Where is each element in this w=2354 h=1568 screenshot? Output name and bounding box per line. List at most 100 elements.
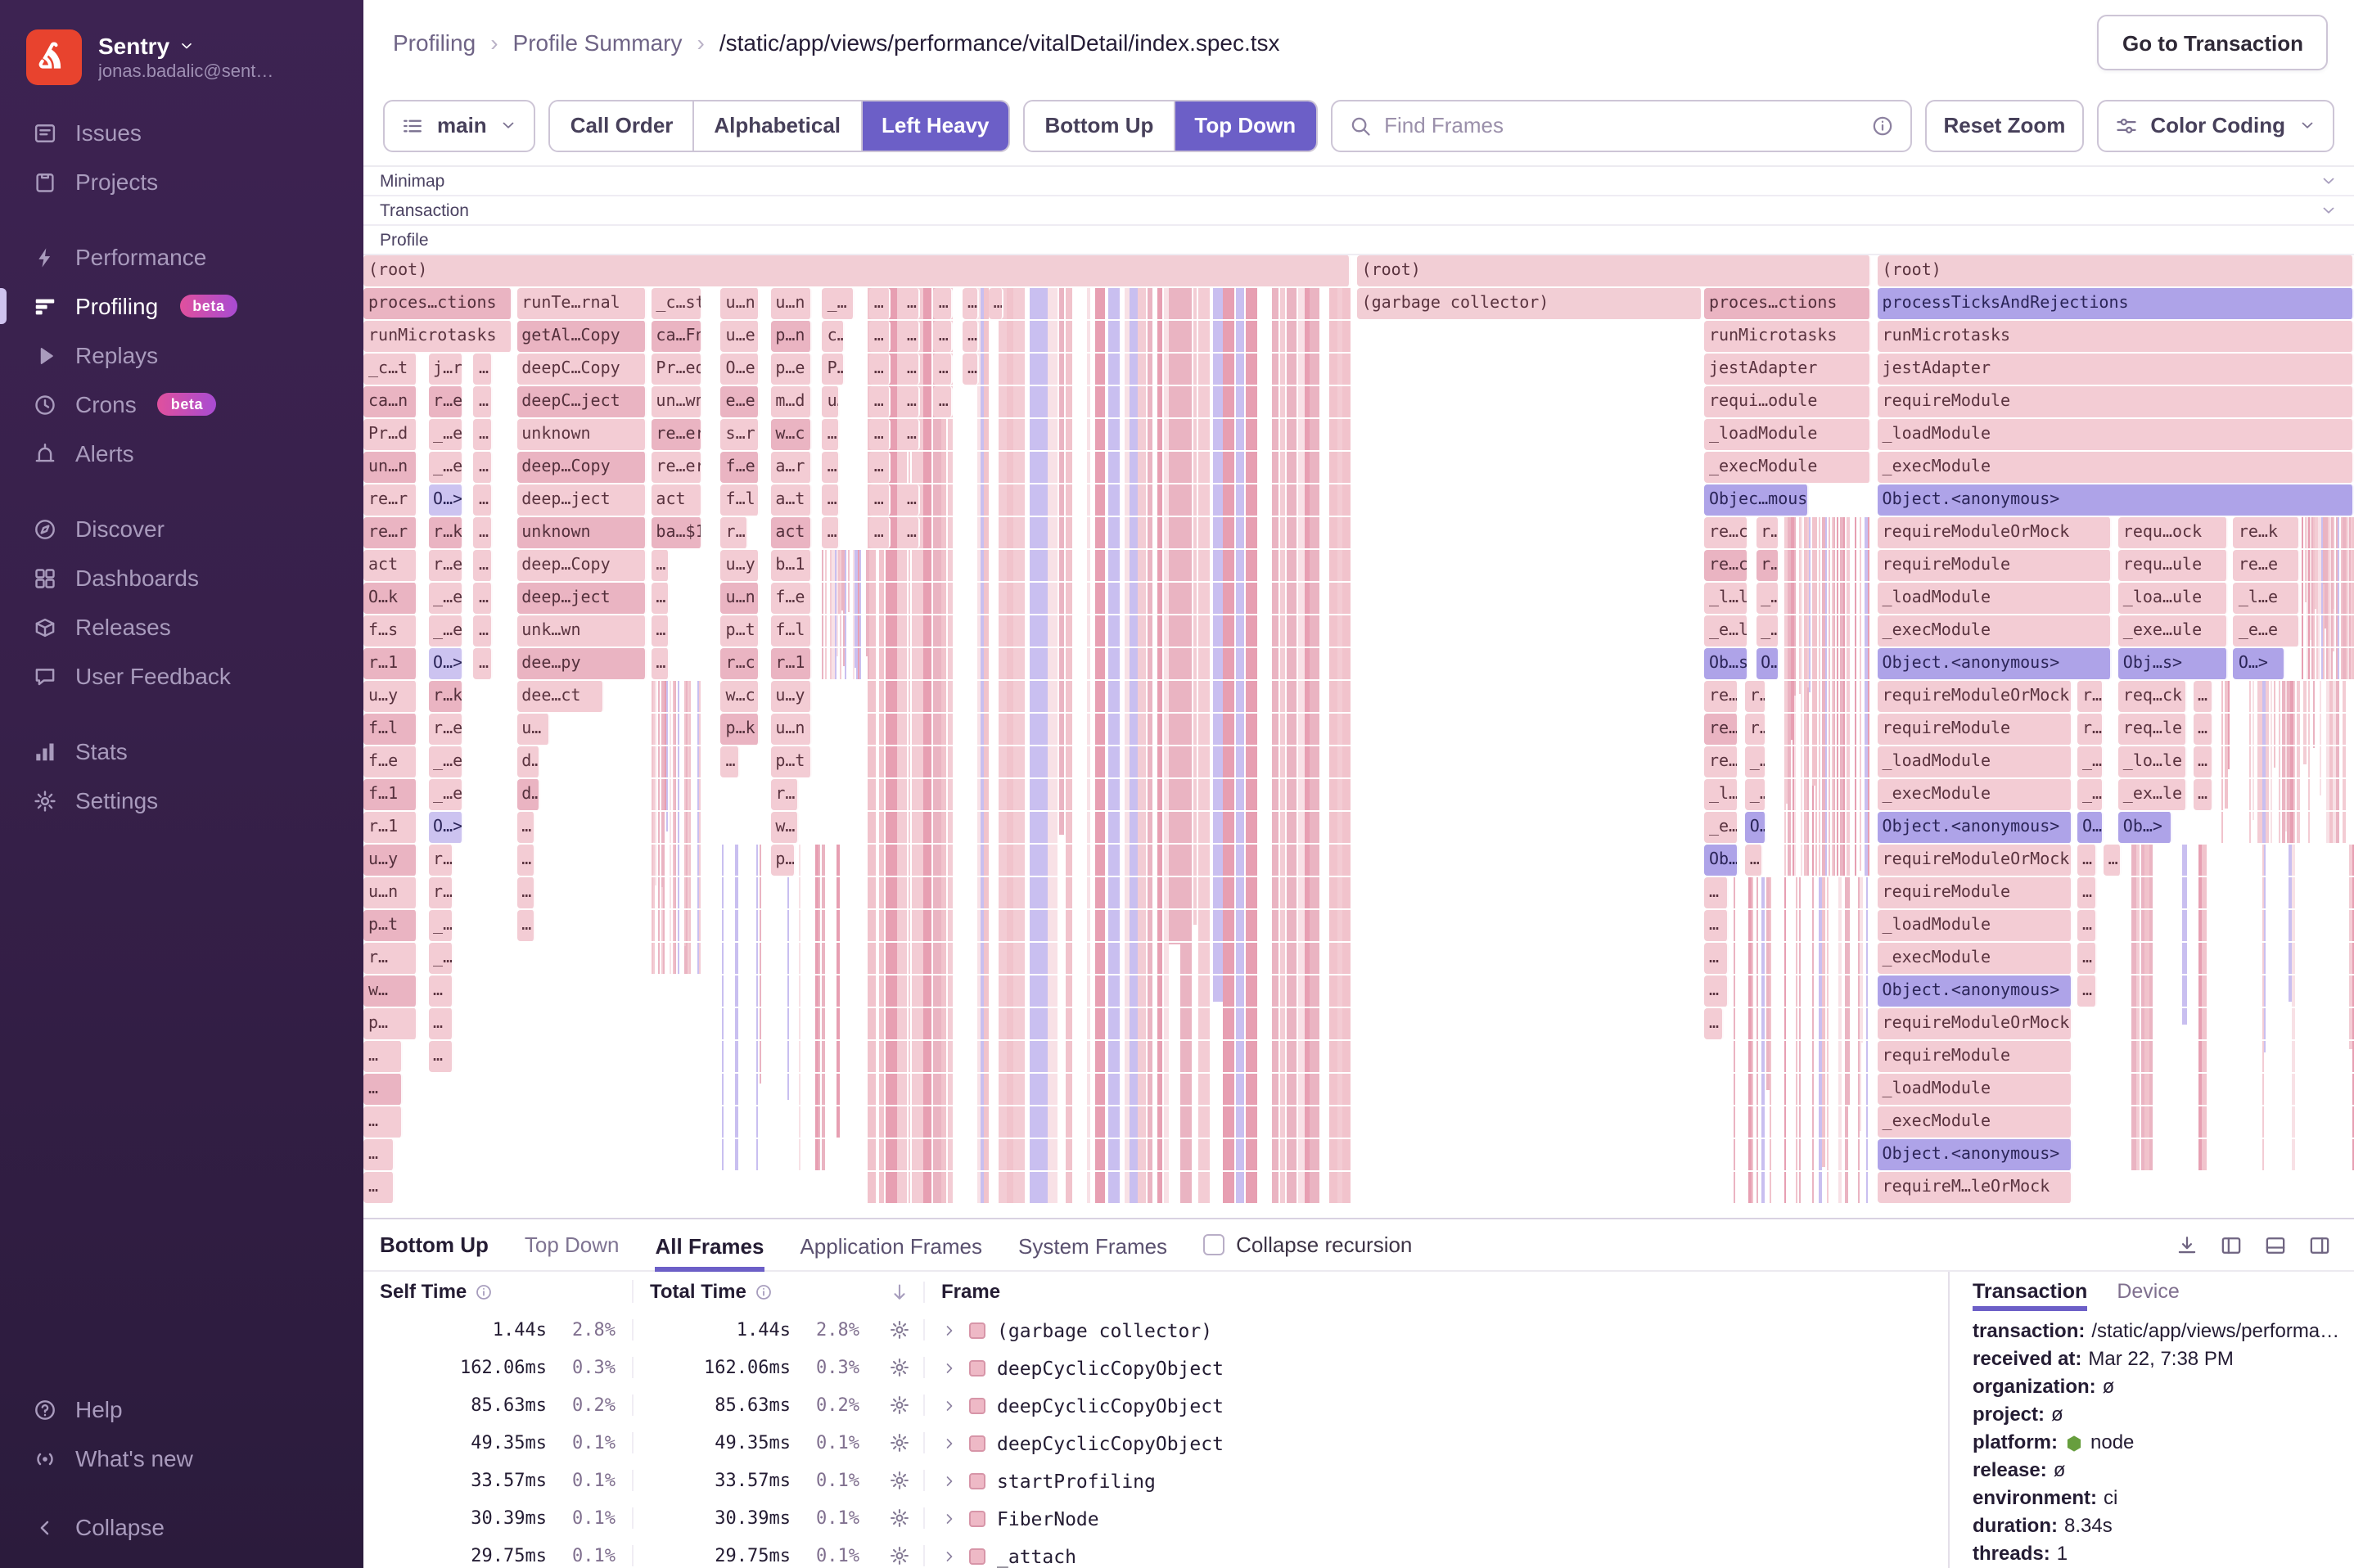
org-switcher[interactable]: Sentry jonas.badalic@sent… <box>0 16 363 108</box>
flame-frame[interactable]: r…e <box>428 550 463 581</box>
flame-frame[interactable]: P… <box>822 354 845 385</box>
color-coding-select[interactable]: Color Coding <box>2096 99 2334 151</box>
flame-frame[interactable]: _execModule <box>1877 779 2072 810</box>
flame-frame[interactable]: requireModuleOrMock <box>1877 1008 2072 1039</box>
sidebar-item-discover[interactable]: Discover <box>0 504 363 553</box>
flame-frame[interactable]: … <box>473 648 494 679</box>
flame-frame[interactable]: runMicrotasks <box>1877 321 2354 352</box>
expand-row-icon[interactable] <box>941 1510 958 1526</box>
flame-frame[interactable]: O…> <box>428 812 463 843</box>
sidebar-item-projects[interactable]: Projects <box>0 157 363 206</box>
flame-frame[interactable]: a…r <box>770 452 812 483</box>
flame-frame[interactable]: act <box>651 484 702 516</box>
flame-frame[interactable]: O…> <box>428 484 463 516</box>
flame-frame[interactable]: requireModule <box>1877 1041 2072 1072</box>
flame-frame[interactable]: (root) <box>1356 255 1872 286</box>
go-to-transaction-button[interactable]: Go to Transaction <box>2097 15 2328 70</box>
flame-frame[interactable]: r… <box>1744 681 1767 712</box>
flame-frame[interactable]: f…l <box>363 714 417 745</box>
flame-frame[interactable]: p…n <box>770 321 812 352</box>
flame-frame[interactable]: u…n <box>770 714 812 745</box>
table-row[interactable]: 33.57ms 0.1% 33.57ms 0.1% startProfiling <box>363 1462 1948 1499</box>
flame-frame[interactable]: f…s <box>363 615 417 647</box>
table-row[interactable]: 30.39ms 0.1% 30.39ms 0.1% FiberNode <box>363 1499 1948 1537</box>
flame-frame[interactable]: req…ck <box>2117 681 2188 712</box>
flame-frame[interactable]: act <box>770 517 812 548</box>
flame-frame[interactable]: req…le <box>2117 714 2188 745</box>
flame-frame[interactable]: r… <box>1744 714 1767 745</box>
gear-icon[interactable] <box>889 1357 910 1378</box>
flame-frame[interactable]: … <box>1744 845 1763 876</box>
gear-icon[interactable] <box>889 1395 910 1416</box>
flame-frame[interactable]: p… <box>770 845 796 876</box>
flame-frame[interactable]: … <box>516 910 535 941</box>
flame-frame[interactable]: e…e <box>720 386 760 417</box>
flame-frame[interactable]: proces…ctions <box>1703 288 1872 319</box>
flame-frame[interactable]: … <box>428 975 454 1007</box>
flame-frame[interactable]: _… <box>428 910 454 941</box>
tab-application-frames[interactable]: Application Frames <box>800 1219 982 1272</box>
flame-frame[interactable]: _…e <box>428 779 463 810</box>
gear-icon[interactable] <box>889 1545 910 1566</box>
sidebar-item-releases[interactable]: Releases <box>0 602 363 651</box>
flame-frame[interactable]: u… <box>516 714 551 745</box>
flame-frame[interactable]: … <box>868 288 891 319</box>
flame-frame[interactable]: O…e <box>720 354 760 385</box>
flame-frame[interactable]: _c…st <box>651 288 702 319</box>
flame-frame[interactable]: _…e <box>428 419 463 450</box>
flame-frame[interactable]: … <box>901 419 921 450</box>
flame-frame[interactable]: w…c <box>720 681 760 712</box>
flame-frame[interactable]: re…r <box>363 484 417 516</box>
flame-frame[interactable]: r… <box>1756 550 1780 581</box>
flame-frame[interactable]: requ…ule <box>2117 550 2228 581</box>
flame-frame[interactable]: m…d <box>770 386 812 417</box>
sidebar-collapse[interactable]: Collapse <box>0 1503 363 1552</box>
direction-top-down-button[interactable]: Top Down <box>1173 101 1316 150</box>
flame-frame[interactable]: _execModule <box>1877 452 2354 483</box>
flame-frame[interactable]: deepC…Copy <box>516 354 647 385</box>
reset-zoom-button[interactable]: Reset Zoom <box>1925 99 2084 151</box>
flame-frame[interactable]: runTe…rnal <box>516 288 647 319</box>
flame-frame[interactable]: … <box>473 386 494 417</box>
flame-frame[interactable]: _loadModule <box>1877 1074 2072 1105</box>
expand-row-icon[interactable] <box>941 1435 958 1451</box>
flame-frame[interactable]: _…e <box>428 615 463 647</box>
flame-frame[interactable]: … <box>868 517 891 548</box>
flame-frame[interactable]: … <box>2077 877 2098 908</box>
flame-frame[interactable]: _e…e <box>1703 812 1739 843</box>
flame-frame[interactable]: _l…e <box>2233 583 2300 614</box>
flame-frame[interactable]: … <box>868 419 891 450</box>
flame-frame[interactable]: runMicrotasks <box>363 321 512 352</box>
flame-frame[interactable]: … <box>868 354 891 385</box>
tab-top-down[interactable]: Top Down <box>525 1232 620 1257</box>
flame-frame[interactable]: _execModule <box>1877 1106 2072 1138</box>
flame-frame[interactable]: u…y <box>363 681 417 712</box>
flame-frame[interactable]: O… <box>1756 648 1780 679</box>
flame-frame[interactable]: re…e <box>2233 550 2300 581</box>
flame-frame[interactable]: requireModuleOrMock <box>1877 845 2072 876</box>
flame-frame[interactable]: _l…e <box>1703 779 1739 810</box>
flame-frame[interactable]: requireM…leOrMock <box>1877 1172 2072 1203</box>
flame-frame[interactable]: re…r <box>363 517 417 548</box>
flame-frame[interactable]: Object.<anonymous> <box>1877 975 2072 1007</box>
flame-frame[interactable]: _… <box>822 288 855 319</box>
flame-frame[interactable]: deep…ject <box>516 583 647 614</box>
direction-bottom-up-button[interactable]: Bottom Up <box>1025 101 1174 150</box>
flame-frame[interactable]: unknown <box>516 419 647 450</box>
flame-frame[interactable]: _execModule <box>1703 452 1872 483</box>
flame-frame[interactable]: … <box>2077 845 2098 876</box>
layer-header-minimap[interactable]: Minimap <box>363 167 2354 196</box>
flame-frame[interactable]: O…k <box>363 583 417 614</box>
flame-frame[interactable]: … <box>516 812 535 843</box>
flame-frame[interactable]: … <box>651 615 670 647</box>
expand-row-icon[interactable] <box>941 1548 958 1564</box>
flame-frame[interactable]: … <box>2103 845 2122 876</box>
flame-frame[interactable]: r… <box>428 845 454 876</box>
flame-frame[interactable]: p…t <box>770 746 812 777</box>
flame-frame[interactable]: O… <box>1744 812 1767 843</box>
flame-frame[interactable]: re…e <box>1703 746 1739 777</box>
flame-frame[interactable]: requireModule <box>1877 714 2072 745</box>
total-time-header[interactable]: Total Time <box>634 1280 876 1303</box>
flame-frame[interactable]: Ob…s> <box>1703 648 1749 679</box>
flame-frame[interactable]: r… <box>1756 517 1780 548</box>
